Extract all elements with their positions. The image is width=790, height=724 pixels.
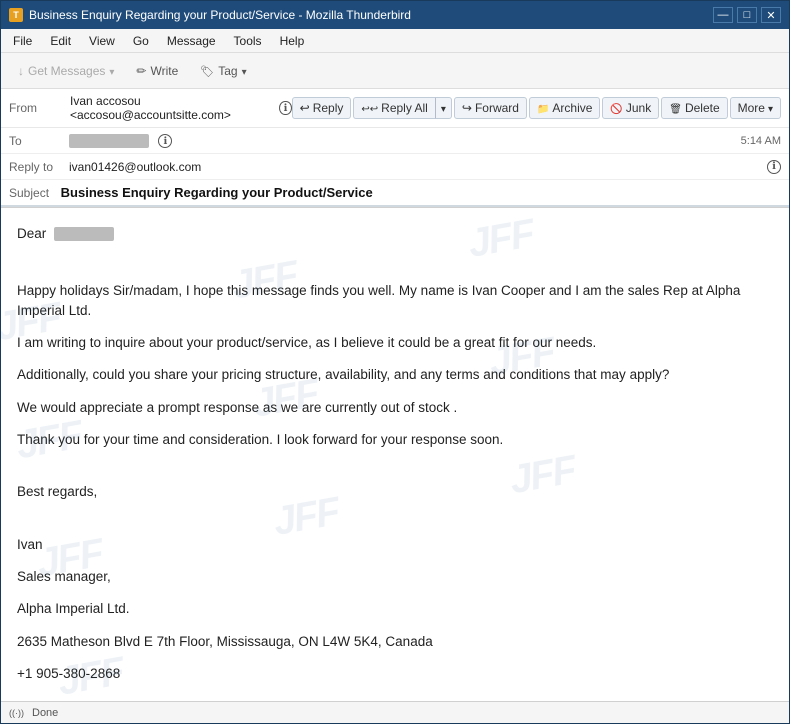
signature-name: Ivan (17, 535, 773, 555)
menu-help[interactable]: Help (272, 32, 313, 50)
from-value: Ivan accosou <accosou@accountsitte.com> (70, 94, 269, 122)
to-info-icon[interactable]: ℹ (158, 134, 172, 148)
paragraph-5: Thank you for your time and consideratio… (17, 430, 773, 450)
reply-all-button[interactable]: Reply All (353, 97, 434, 119)
forward-button[interactable]: Forward (454, 97, 527, 119)
forward-icon (462, 101, 472, 115)
reply-all-chevron-icon (441, 101, 446, 115)
menu-edit[interactable]: Edit (42, 32, 79, 50)
reply-all-group: Reply All (353, 97, 451, 119)
reply-to-info-icon[interactable]: ℹ (767, 160, 781, 174)
archive-button[interactable]: Archive (529, 97, 600, 119)
dear-line: Dear (17, 224, 773, 244)
signature-phone: +1 905-380-2868 (17, 664, 773, 684)
paragraph-3: Additionally, could you share your prici… (17, 365, 773, 385)
menu-tools[interactable]: Tools (226, 32, 270, 50)
reply-button[interactable]: Reply (292, 97, 352, 119)
get-messages-icon (18, 64, 24, 78)
delete-button[interactable]: Delete (661, 97, 727, 119)
from-info-icon[interactable]: ℹ (279, 101, 291, 115)
menu-view[interactable]: View (81, 32, 123, 50)
to-value: ℹ (69, 133, 741, 149)
subject-label: Subject (9, 186, 49, 200)
junk-button[interactable]: Junk (602, 97, 659, 119)
reply-icon (300, 101, 310, 115)
recipient-name-blurred (54, 227, 114, 241)
minimize-button[interactable]: — (713, 7, 733, 23)
paragraph-4: We would appreciate a prompt response as… (17, 398, 773, 418)
signature-title: Sales manager, (17, 567, 773, 587)
status-text: Done (32, 707, 58, 719)
paragraph-1: Happy holidays Sir/madam, I hope this me… (17, 281, 773, 322)
action-buttons: Reply Reply All Forward (292, 97, 781, 119)
write-icon (136, 64, 146, 78)
email-header: From Ivan accosou <accosou@accountsitte.… (1, 89, 789, 208)
from-section: From Ivan accosou <accosou@accountsitte.… (9, 94, 292, 122)
toolbar: Get Messages Write Tag (1, 53, 789, 89)
to-blurred (69, 134, 149, 148)
from-label: From (9, 101, 64, 115)
to-field-row: To ℹ 5:14 AM (1, 128, 789, 154)
app-icon: T (9, 8, 23, 22)
get-messages-button[interactable]: Get Messages (9, 60, 123, 82)
tag-button[interactable]: Tag (191, 60, 255, 82)
subject-value: Business Enquiry Regarding your Product/… (61, 185, 373, 200)
reply-to-row: Reply to ivan01426@outlook.com ℹ (1, 154, 789, 180)
delete-icon (669, 101, 682, 115)
best-regards: Best regards, (17, 482, 773, 502)
maximize-button[interactable]: □ (737, 7, 757, 23)
menu-go[interactable]: Go (125, 32, 157, 50)
signature-address: 2635 Matheson Blvd E 7th Floor, Mississa… (17, 632, 773, 652)
menu-file[interactable]: File (5, 32, 40, 50)
reply-to-label: Reply to (9, 160, 69, 174)
get-messages-dropdown-icon (109, 64, 114, 78)
email-body: JFF JFF JFF JFF JFF JFF JFF (1, 208, 789, 701)
status-bar: Done (1, 701, 789, 723)
reply-all-dropdown-button[interactable] (435, 97, 452, 119)
archive-icon (537, 101, 549, 115)
title-bar: T Business Enquiry Regarding your Produc… (1, 1, 789, 29)
reply-to-value: ivan01426@outlook.com (69, 160, 763, 174)
window-title: Business Enquiry Regarding your Product/… (29, 8, 411, 22)
signature-company: Alpha Imperial Ltd. (17, 599, 773, 619)
title-bar-left: T Business Enquiry Regarding your Produc… (9, 8, 411, 22)
header-from-row: From Ivan accosou <accosou@accountsitte.… (1, 89, 789, 128)
menu-bar: File Edit View Go Message Tools Help (1, 29, 789, 53)
close-button[interactable]: ✕ (761, 7, 781, 23)
write-button[interactable]: Write (127, 60, 187, 82)
main-window: T Business Enquiry Regarding your Produc… (0, 0, 790, 724)
to-label: To (9, 134, 69, 148)
tag-dropdown-icon (242, 64, 247, 78)
paragraph-2: I am writing to inquire about your produ… (17, 333, 773, 353)
dear-text: Dear (17, 226, 46, 241)
email-time: 5:14 AM (741, 135, 781, 147)
subject-row: Subject Business Enquiry Regarding your … (1, 180, 789, 207)
menu-message[interactable]: Message (159, 32, 224, 50)
more-chevron-icon (768, 101, 773, 115)
more-button[interactable]: More (730, 97, 781, 119)
reply-all-icon (361, 101, 378, 115)
tag-icon (200, 64, 214, 78)
junk-icon (610, 101, 622, 115)
window-controls[interactable]: — □ ✕ (713, 7, 781, 23)
email-body-content: Dear Happy holidays Sir/madam, I hope th… (17, 224, 773, 684)
wifi-icon (9, 707, 24, 719)
